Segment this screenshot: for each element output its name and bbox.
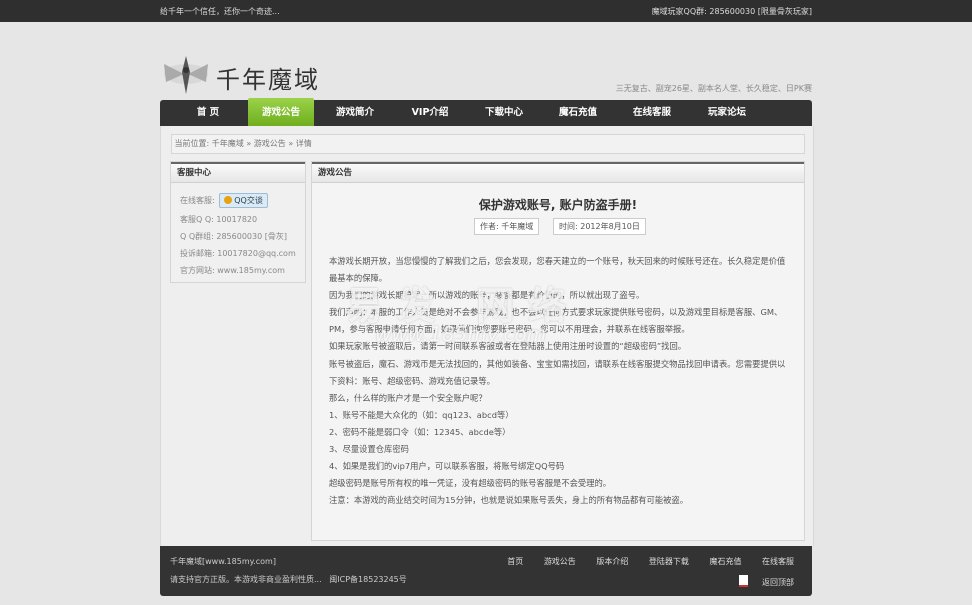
breadcrumb: 当前位置: 千年魔域 » 游戏公告 » 详情 xyxy=(171,134,805,154)
breadcrumb-current: 详情 xyxy=(295,139,312,148)
support-qq: 客服Q Q: 10017820 xyxy=(180,215,258,224)
top-qq-group: 魔域玩家QQ群: 285600030 [限量骨灰玩家] xyxy=(651,7,812,16)
site-logo[interactable]: 千年魔域 xyxy=(160,50,360,98)
nav-forum[interactable]: 玩家论坛 xyxy=(690,100,764,126)
article-panel: 游戏公告 保护游戏账号, 账户防盗手册! 作者: 千年魔域 时间: 2012年8… xyxy=(311,161,805,541)
logo-title: 千年魔域 xyxy=(216,66,320,94)
footer-link-recharge[interactable]: 魔石充值 xyxy=(709,557,741,566)
footer-links: 首页 游戏公告 版本介绍 登陆器下载 魔石充值 在线客服 xyxy=(489,556,794,567)
nav-intro[interactable]: 游戏简介 xyxy=(320,100,390,126)
header-slogan: 三无复古、副宠26星、副本名人堂、长久稳定、日PK赛 xyxy=(615,84,812,93)
back-to-top-label: 返回顶部 xyxy=(762,578,794,587)
article-paragraph: 本游戏长期开放，当您慢慢的了解我们之后，您会发现，您春天建立的一个账号，秋天回来… xyxy=(329,256,786,284)
footer-link-home[interactable]: 首页 xyxy=(507,557,523,566)
winged-emblem-icon xyxy=(164,56,208,94)
footer-link-launcher[interactable]: 登陆器下载 xyxy=(649,557,689,566)
support-qq-group: Q Q群组: 285600030 [骨灰] xyxy=(180,232,287,241)
online-support-label: 在线客服: xyxy=(180,196,215,205)
support-panel-title: 客服中心 xyxy=(171,162,305,183)
article-paragraph: 那么，什么样的账户才是一个安全账户呢？ xyxy=(329,392,487,403)
back-to-top-button[interactable]: 返回顶部 xyxy=(739,575,794,588)
online-support-row: 在线客服: QQ交谈 xyxy=(180,193,268,208)
article-paragraph: 2、密码不能是弱口令（如：12345、abcde等） xyxy=(329,426,511,437)
article-paragraph: 4、如果是我们的vip7用户，可以联系客服，将账号绑定QQ号码 xyxy=(329,461,565,472)
site-footer: 千年魔域[www.185my.com] 请支持官方正版。本游戏非商业盈利性质..… xyxy=(160,546,812,596)
breadcrumb-sep: » xyxy=(246,139,252,148)
footer-icp[interactable]: 闽ICP备18523245号 xyxy=(329,575,407,584)
article-paragraph: 我们声明：本服的工作人员是绝对不会参与游戏，也不会以任何方式要求玩家提供账号密码… xyxy=(329,307,783,335)
footer-link-announcements[interactable]: 游戏公告 xyxy=(544,557,576,566)
main-container: 当前位置: 千年魔域 » 游戏公告 » 详情 客服中心 在线客服: QQ交谈 客… xyxy=(160,126,814,546)
top-bar: 给千年一个信任，还你一个奇迹... 魔域玩家QQ群: 285600030 [限量… xyxy=(0,0,972,22)
footer-notice-text: 请支持官方正版。本游戏非商业盈利性质... xyxy=(170,575,322,584)
article-section-title: 游戏公告 xyxy=(312,162,804,183)
article-paragraph: 3、尽量设置仓库密码 xyxy=(329,444,409,455)
nav-recharge[interactable]: 魔石充值 xyxy=(542,100,614,126)
article-paragraph: 如果玩家账号被盗取后，请第一时间联系客服或者在登陆器上使用注册时设置的“超级密码… xyxy=(329,341,687,352)
breadcrumb-prefix: 当前位置: xyxy=(174,139,210,148)
footer-link-version[interactable]: 版本介绍 xyxy=(596,557,628,566)
footer-notice: 请支持官方正版。本游戏非商业盈利性质... 闽ICP备18523245号 xyxy=(170,574,407,585)
top-slogan: 给千年一个信任，还你一个奇迹... xyxy=(160,7,280,16)
article-paragraph: 1、账号不能是大众化的（如：qq123、abcd等） xyxy=(329,409,514,420)
support-email[interactable]: 投诉邮箱: 10017820@qq.com xyxy=(180,248,296,259)
article-paragraph: 账号被盗后，魔石、游戏币是无法找回的，其他如装备、宝宝如需找回，请联系在线客服提… xyxy=(329,358,786,386)
chart-icon xyxy=(739,575,748,587)
support-panel: 客服中心 在线客服: QQ交谈 客服Q Q: 10017820 Q Q群组: 2… xyxy=(170,161,306,283)
article-author: 作者: 千年魔域 xyxy=(474,218,540,235)
article-paragraph: 因为我们的游戏长期稳定，所以游戏的账号，装备都是有价值的，所以就出现了盗号。 xyxy=(329,290,645,301)
qq-penguin-icon xyxy=(224,196,233,204)
nav-vip[interactable]: VIP介绍 xyxy=(394,100,466,126)
qq-chat-button[interactable]: QQ交谈 xyxy=(219,193,268,208)
article-date: 时间: 2012年8月10日 xyxy=(553,218,646,235)
breadcrumb-sep: » xyxy=(288,139,294,148)
main-nav: 首 页 游戏公告 游戏简介 VIP介绍 下载中心 魔石充值 在线客服 玩家论坛 xyxy=(160,98,812,126)
article-title: 保护游戏账号, 账户防盗手册! xyxy=(478,198,638,212)
qq-chat-label: QQ交谈 xyxy=(234,196,263,205)
article-body: 本游戏长期开放，当您慢慢的了解我们之后，您会发现，您春天建立的一个账号，秋天回来… xyxy=(329,253,791,509)
footer-site-name: 千年魔域[www.185my.com] xyxy=(170,557,276,566)
support-website[interactable]: 官方网站: www.185my.com xyxy=(180,265,285,276)
nav-download[interactable]: 下载中心 xyxy=(468,100,540,126)
footer-link-support[interactable]: 在线客服 xyxy=(762,557,794,566)
nav-support[interactable]: 在线客服 xyxy=(616,100,688,126)
nav-home[interactable]: 首 页 xyxy=(168,100,248,126)
breadcrumb-home[interactable]: 千年魔域 xyxy=(212,139,244,148)
nav-announcements[interactable]: 游戏公告 xyxy=(248,98,314,126)
article-paragraph: 注意：本游戏的商业结交时间为15分钟，也就是说如果账号丢失，身上的所有物品都有可… xyxy=(329,495,689,506)
breadcrumb-announcements[interactable]: 游戏公告 xyxy=(254,139,286,148)
article-paragraph: 超级密码是账号所有权的唯一凭证，没有超级密码的账号客服是不会受理的。 xyxy=(329,478,612,489)
